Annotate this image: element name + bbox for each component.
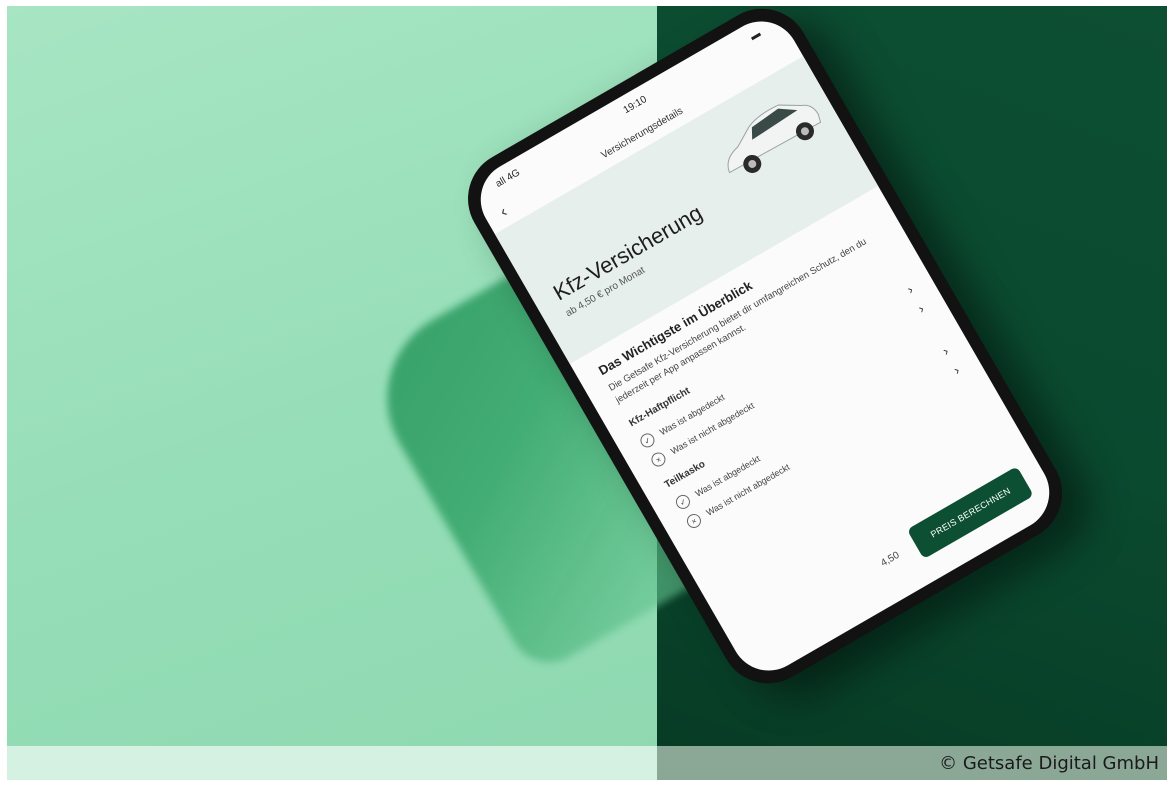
status-time: 19:10 [621,93,649,116]
x-circle-icon: × [684,511,704,531]
caption-bar-left [7,746,657,780]
caption-bar-right: © Getsafe Digital GmbH [657,746,1167,780]
check-circle-icon: ✓ [673,492,693,512]
check-circle-icon: ✓ [637,430,658,450]
product-title: Kfz-Versicherung [548,199,707,306]
battery-icon: ▬ [748,27,763,43]
x-circle-icon: × [648,449,669,470]
caption-bar: © Getsafe Digital GmbH [7,746,1167,780]
status-carrier: all 4G [493,166,522,190]
price-label: 4,50 [878,549,902,569]
copyright-caption: © Getsafe Digital GmbH [939,752,1159,774]
photo: all 4G 19:10 ▬ ‹ Versicherungsdetails Kf… [7,6,1167,780]
